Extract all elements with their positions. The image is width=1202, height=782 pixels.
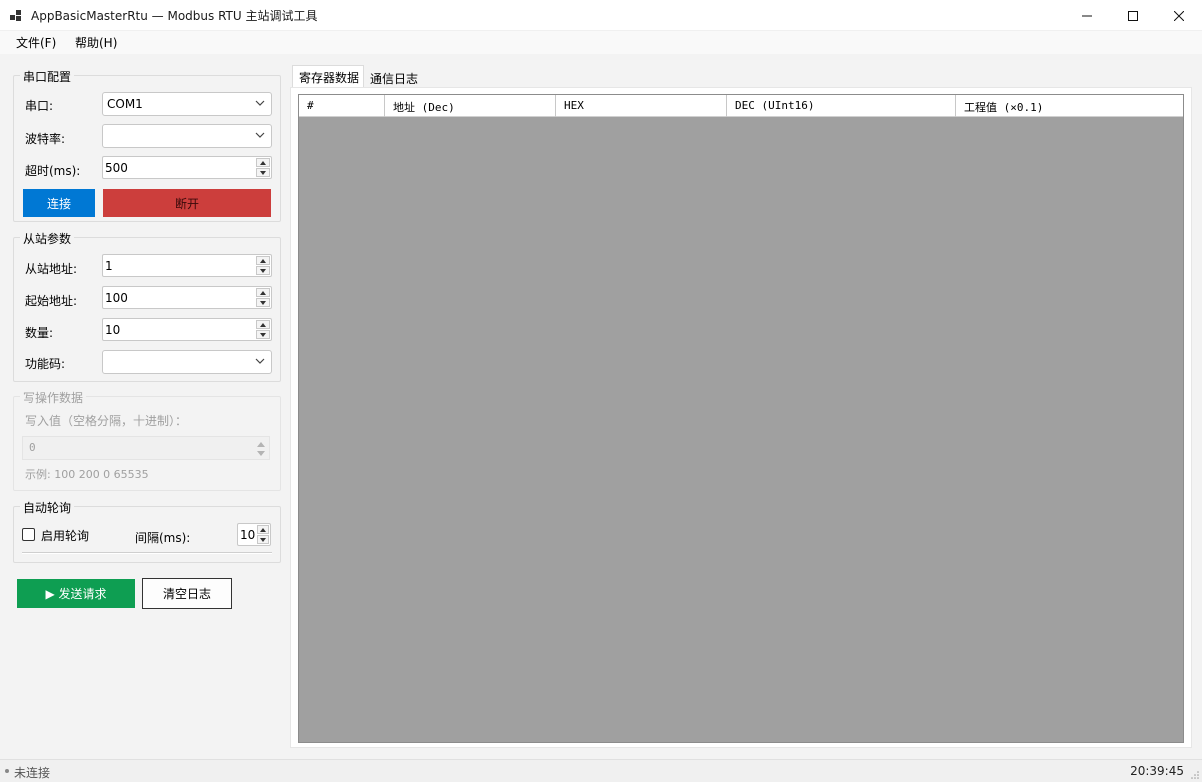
grid-header: # 地址 (Dec) HEX DEC (UInt16) 工程值 (×0.1): [299, 95, 1183, 117]
interval-stepper[interactable]: 10: [237, 523, 271, 546]
spin-down-icon[interactable]: [256, 330, 270, 339]
resize-grip-icon[interactable]: [1190, 770, 1200, 780]
slave-params-title: 从站参数: [20, 230, 75, 247]
enable-polling-checkbox[interactable]: [22, 528, 35, 541]
start-address-value: 100: [105, 291, 128, 305]
polling-divider: [22, 552, 272, 554]
close-button[interactable]: [1156, 0, 1202, 31]
write-data-title: 写操作数据: [20, 389, 87, 406]
status-dot-icon: [5, 769, 9, 773]
port-value: COM1: [107, 97, 143, 111]
count-stepper[interactable]: 10: [102, 318, 272, 341]
write-values-value: 0: [29, 441, 36, 454]
menu-bar: 文件(F) 帮助(H): [0, 31, 1202, 54]
write-values-input[interactable]: 0: [22, 436, 270, 460]
send-request-button[interactable]: ▶ 发送请求: [17, 579, 135, 608]
minimize-icon: [1082, 15, 1092, 16]
spin-up-icon[interactable]: [256, 256, 270, 265]
spin-down-icon[interactable]: [256, 168, 270, 177]
status-time: 20:39:45: [1130, 764, 1184, 778]
column-header-engineering[interactable]: 工程值 (×0.1): [956, 95, 1183, 117]
tab-register-data[interactable]: 寄存器数据: [292, 65, 364, 88]
port-select[interactable]: COM1: [102, 92, 272, 116]
write-example-text: 示例: 100 200 0 65535: [25, 468, 149, 481]
window-title: AppBasicMasterRtu — Modbus RTU 主站调试工具: [31, 9, 318, 23]
spin-up-icon[interactable]: [256, 158, 270, 167]
polling-title: 自动轮询: [20, 499, 75, 516]
baud-label: 波特率:: [25, 132, 66, 146]
spin-up-icon[interactable]: [256, 288, 270, 297]
function-code-select[interactable]: [102, 350, 272, 374]
slave-address-value: 1: [105, 259, 113, 273]
status-bar: 未连接 20:39:45: [0, 759, 1202, 782]
enable-polling-label: 启用轮询: [41, 529, 90, 543]
chevron-down-icon: [255, 100, 265, 106]
count-value: 10: [105, 323, 121, 337]
column-header-dec[interactable]: DEC (UInt16): [727, 95, 956, 117]
connection-status: 未连接: [14, 766, 51, 780]
maximize-icon: [1128, 10, 1138, 21]
tab-comm-log[interactable]: 通信日志: [370, 70, 418, 87]
timeout-value: 500: [105, 161, 128, 175]
count-label: 数量:: [25, 326, 54, 340]
interval-value: 10: [240, 528, 256, 542]
app-icon: [10, 10, 22, 22]
spin-down-icon[interactable]: [256, 266, 270, 275]
baud-select[interactable]: [102, 124, 272, 148]
title-bar: AppBasicMasterRtu — Modbus RTU 主站调试工具: [0, 0, 1202, 31]
timeout-label: 超时(ms):: [25, 164, 81, 178]
register-grid[interactable]: # 地址 (Dec) HEX DEC (UInt16) 工程值 (×0.1): [298, 94, 1184, 743]
clear-log-button[interactable]: 清空日志: [142, 578, 232, 609]
write-input-label: 写入值（空格分隔，十进制）：: [25, 414, 188, 428]
spin-up-icon[interactable]: [256, 320, 270, 329]
scroll-arrows-icon: [257, 442, 265, 456]
timeout-stepper[interactable]: 500: [102, 156, 272, 179]
chevron-down-icon: [255, 358, 265, 364]
spin-down-icon[interactable]: [256, 298, 270, 307]
menu-file[interactable]: 文件(F): [16, 34, 56, 51]
serial-config-title: 串口配置: [20, 68, 75, 85]
close-icon: [1174, 10, 1184, 21]
function-code-label: 功能码:: [25, 357, 66, 371]
slave-address-label: 从站地址:: [25, 262, 78, 276]
minimize-button[interactable]: [1064, 0, 1110, 31]
column-header-address[interactable]: 地址 (Dec): [385, 95, 556, 117]
interval-label: 间隔(ms):: [135, 531, 191, 545]
maximize-button[interactable]: [1110, 0, 1156, 31]
start-address-label: 起始地址:: [25, 294, 78, 308]
spin-down-icon[interactable]: [257, 535, 269, 544]
port-label: 串口:: [25, 99, 54, 113]
start-address-stepper[interactable]: 100: [102, 286, 272, 309]
spin-up-icon[interactable]: [257, 525, 269, 534]
connect-button[interactable]: 连接: [23, 189, 95, 217]
disconnect-button[interactable]: 断开: [103, 189, 271, 217]
column-header-hex[interactable]: HEX: [556, 95, 727, 117]
menu-help[interactable]: 帮助(H): [75, 34, 117, 51]
column-header-index[interactable]: #: [299, 95, 385, 117]
slave-address-stepper[interactable]: 1: [102, 254, 272, 277]
chevron-down-icon: [255, 132, 265, 138]
